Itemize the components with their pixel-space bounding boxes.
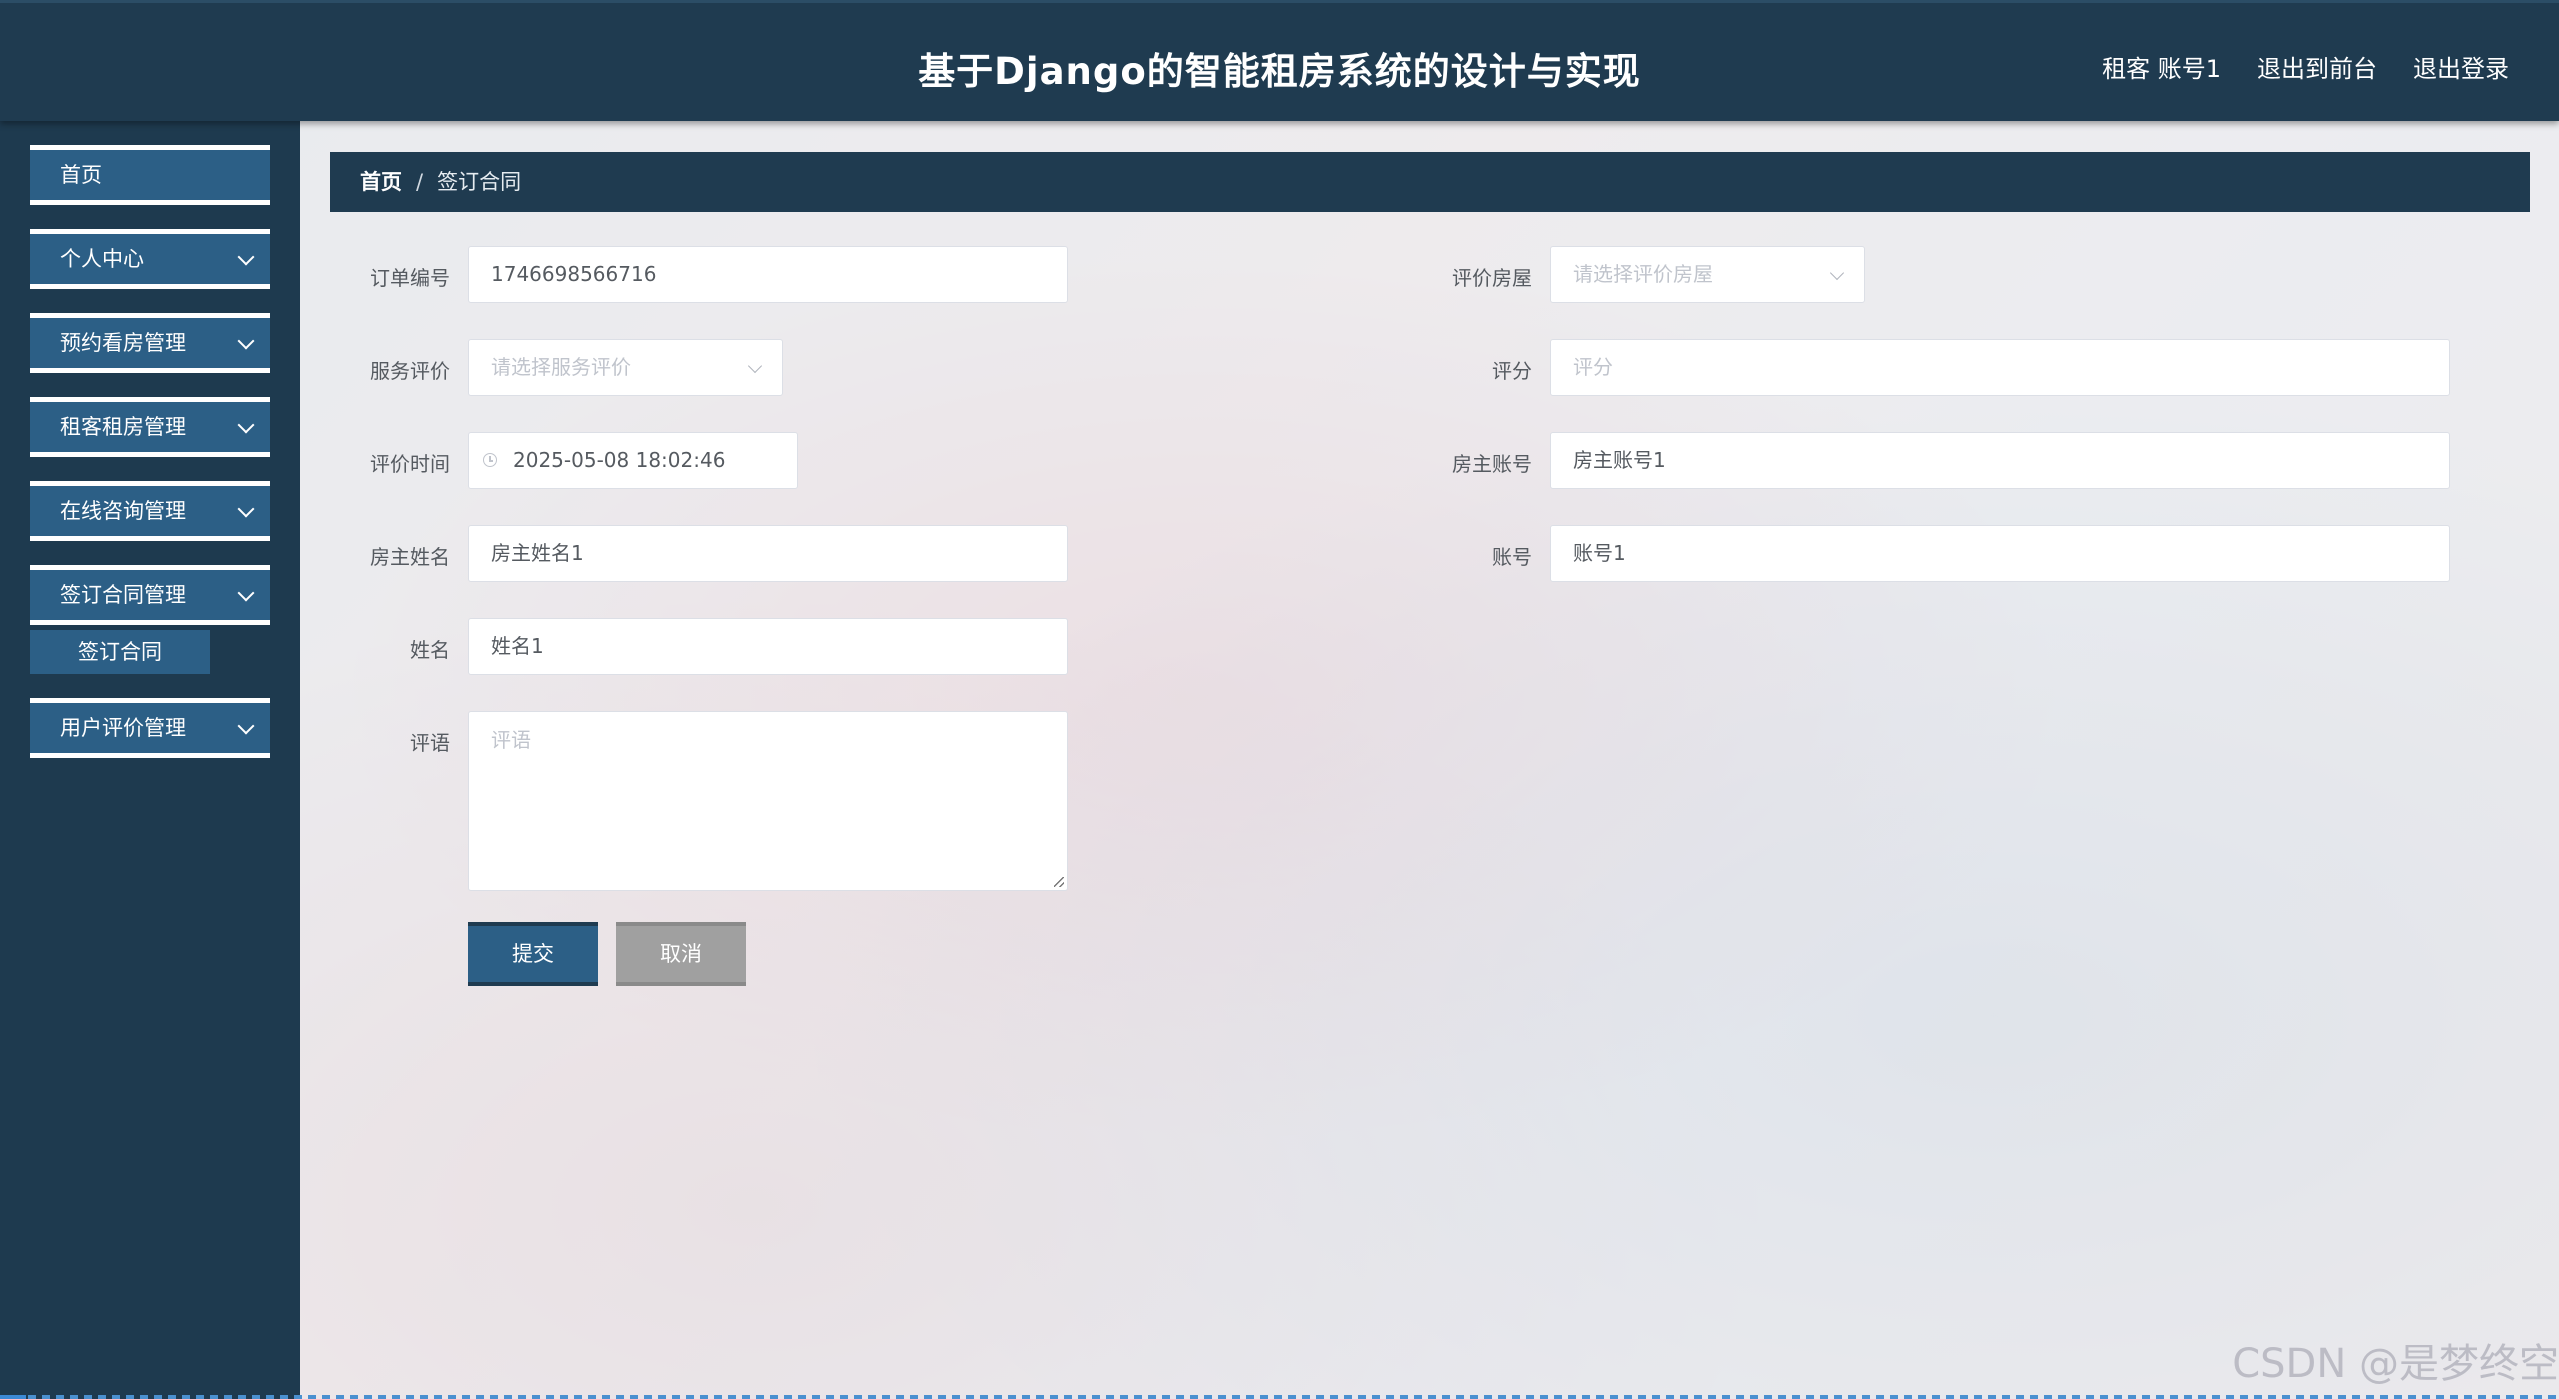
breadcrumb: 首页 / 签订合同 [330,152,2530,212]
sidebar-item-home[interactable]: 首页 [30,145,270,205]
review-time-label: 评价时间 [370,452,450,476]
chevron-down-icon [747,358,763,374]
name-input[interactable]: 姓名1 [468,618,1068,675]
order-no-input[interactable]: 1746698566716 [468,246,1068,303]
contract-submenu: 签订合同 [30,630,270,674]
score-label: 评分 [1492,359,1532,383]
sidebar-item-label: 用户评价管理 [60,716,186,740]
main-content: 首页 / 签订合同 订单编号 1746698566716 评价房屋 请选择评价房屋 … [300,121,2559,1399]
bottom-dashed-border [0,1395,2559,1399]
breadcrumb-home-link[interactable]: 首页 [360,170,402,194]
sidebar-item-label: 在线咨询管理 [60,499,186,523]
chevron-down-icon [1829,265,1845,281]
sidebar: 首页 个人中心 预约看房管理 租客租房管理 在线咨询管理 签订合同管理 签订合同… [0,121,300,1399]
bottom-left-marker [0,1395,26,1399]
sidebar-item-contract-management[interactable]: 签订合同管理 [30,565,270,625]
chevron-down-icon [237,584,255,602]
breadcrumb-separator: / [416,170,424,194]
chevron-down-icon [237,717,255,735]
sidebar-item-label: 签订合同管理 [60,583,186,607]
comment-placeholder: 评语 [491,728,531,752]
landlord-name-input[interactable]: 房主姓名1 [468,525,1068,582]
sidebar-menu: 首页 个人中心 预约看房管理 租客租房管理 在线咨询管理 签订合同管理 签订合同… [30,145,270,782]
breadcrumb-current: 签订合同 [437,170,522,194]
current-user-label: 租客 账号1 [2102,55,2221,83]
landlord-account-label: 房主账号 [1452,452,1532,476]
score-input[interactable]: 评分 [1550,339,2450,396]
chevron-down-icon [237,248,255,266]
sidebar-item-user-reviews[interactable]: 用户评价管理 [30,698,270,758]
exit-to-frontend-link[interactable]: 退出到前台 [2257,49,2377,84]
service-review-placeholder: 请选择服务评价 [491,355,631,379]
order-no-label: 订单编号 [370,266,450,290]
top-header: 基于Django的智能租房系统的设计与实现 租客 账号1 退出到前台 退出登录 [0,0,2559,121]
service-review-select[interactable]: 请选择服务评价 [468,339,783,396]
cancel-button[interactable]: 取消 [616,922,746,986]
sidebar-item-viewing-appointments[interactable]: 预约看房管理 [30,313,270,373]
submit-button[interactable]: 提交 [468,922,598,986]
header-actions: 租客 账号1 退出到前台 退出登录 [2102,49,2509,84]
landlord-name-label: 房主姓名 [370,545,450,569]
service-review-label: 服务评价 [370,359,450,383]
account-input[interactable]: 账号1 [1550,525,2450,582]
comment-label: 评语 [410,731,450,755]
sidebar-item-label: 租客租房管理 [60,415,186,439]
account-label: 账号 [1492,545,1532,569]
review-house-select[interactable]: 请选择评价房屋 [1550,246,1865,303]
sidebar-item-label: 首页 [60,163,102,187]
chevron-down-icon [237,500,255,518]
csdn-watermark: CSDN @是梦终空 [2232,1341,2559,1387]
review-time-value: 2025-05-08 18:02:46 [513,448,726,472]
sidebar-item-online-consultation[interactable]: 在线咨询管理 [30,481,270,541]
sidebar-item-label: 预约看房管理 [60,331,186,355]
landlord-account-input[interactable]: 房主账号1 [1550,432,2450,489]
clock-icon [483,453,497,467]
review-house-label: 评价房屋 [1452,266,1532,290]
review-time-picker[interactable]: 2025-05-08 18:02:46 [468,432,798,489]
sidebar-item-personal-center[interactable]: 个人中心 [30,229,270,289]
name-label: 姓名 [410,638,450,662]
chevron-down-icon [237,416,255,434]
resize-handle-icon[interactable] [1054,877,1064,887]
submenu-item-sign-contract[interactable]: 签订合同 [30,630,210,674]
comment-textarea[interactable]: 评语 [468,711,1068,891]
sidebar-item-tenant-rentals[interactable]: 租客租房管理 [30,397,270,457]
sidebar-item-label: 个人中心 [60,247,144,271]
logout-link[interactable]: 退出登录 [2413,49,2509,84]
review-house-placeholder: 请选择评价房屋 [1573,262,1713,286]
chevron-down-icon [237,332,255,350]
